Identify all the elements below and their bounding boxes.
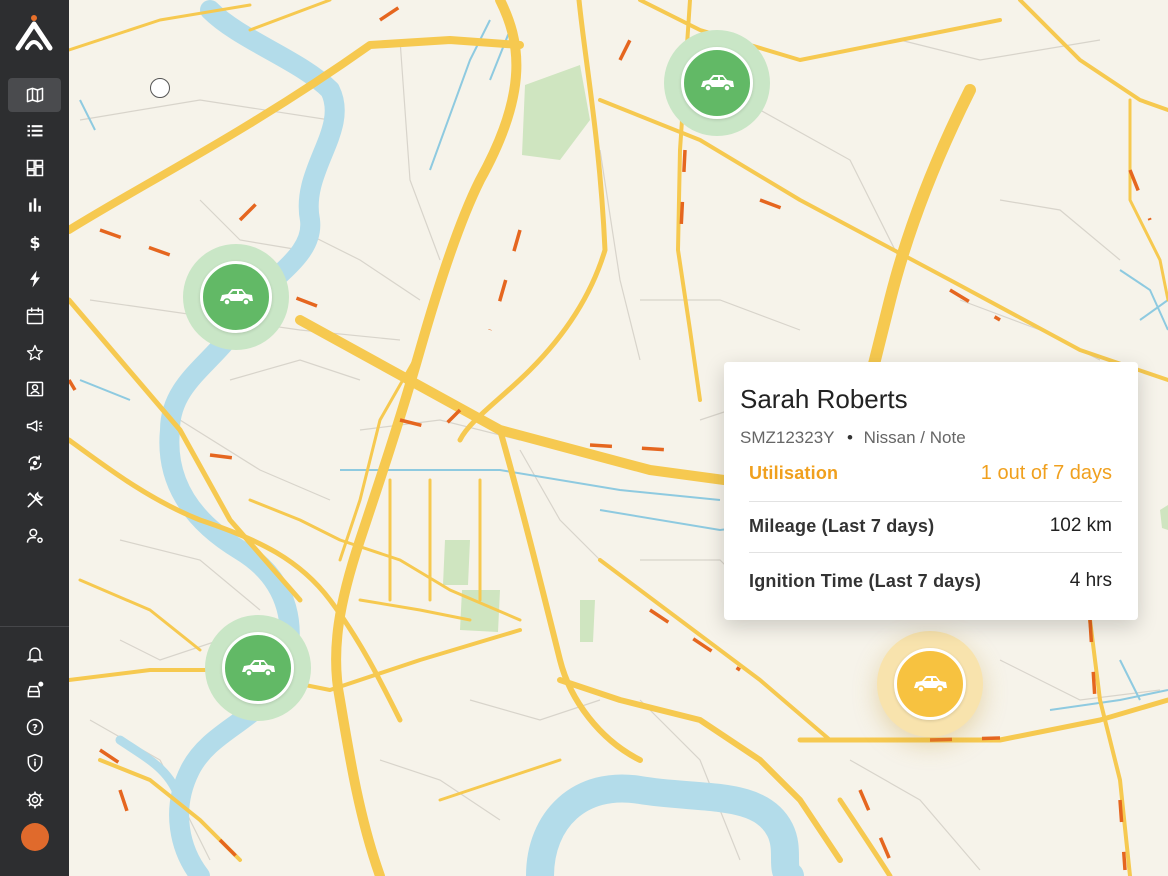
vehicle-marker-selected[interactable]: [877, 631, 983, 737]
ignition-value: 4 hrs: [1069, 570, 1112, 591]
nav-calendar[interactable]: [8, 299, 61, 333]
nav-security[interactable]: [8, 746, 61, 780]
nav-billing[interactable]: $: [8, 225, 61, 259]
sidebar-divider: [0, 626, 69, 627]
lightning-icon: [29, 270, 40, 288]
star-icon: [26, 344, 43, 361]
mileage-label: Mileage (Last 7 days): [749, 515, 935, 536]
nav-list[interactable]: [8, 114, 61, 148]
car-icon: [914, 676, 947, 693]
shield-info-icon: [27, 753, 42, 773]
contact-icon: [26, 381, 43, 397]
utilisation-value: 1 out of 7 days: [980, 462, 1112, 484]
sync-location-icon: [27, 455, 42, 471]
calendar-icon: [26, 307, 43, 325]
svg-text:?: ?: [32, 723, 38, 734]
avatar[interactable]: [21, 823, 49, 851]
nav-settings[interactable]: [8, 783, 61, 817]
nav-energy[interactable]: [8, 262, 61, 296]
vehicle-marker-west[interactable]: [183, 244, 289, 350]
ignition-row: Ignition Time (Last 7 days) 4 hrs: [749, 570, 1112, 592]
nav-dashboard[interactable]: [8, 151, 61, 185]
nav-vehicle-alerts[interactable]: [8, 673, 61, 707]
dashboard-icon: [26, 159, 43, 177]
list-icon: [27, 125, 42, 137]
nav-favorites[interactable]: [8, 336, 61, 370]
map-point-marker[interactable]: [150, 78, 170, 98]
vehicle-marker-north[interactable]: [664, 30, 770, 136]
mileage-value: 102 km: [1049, 515, 1112, 536]
tools-icon: [27, 491, 44, 508]
nav-announcements[interactable]: [8, 409, 61, 443]
bell-icon: [26, 647, 43, 663]
nav-tracking[interactable]: [8, 446, 61, 480]
popup-divider: [749, 552, 1122, 553]
utilisation-label: Utilisation: [749, 463, 839, 483]
subtitle-separator: •: [846, 428, 853, 447]
nav-notifications[interactable]: [8, 637, 61, 671]
vehicle-model: Nissan / Note: [863, 428, 966, 447]
vehicle-info-popup: Sarah Roberts SMZ12323Y • Nissan / Note …: [724, 362, 1138, 620]
car-icon: [701, 75, 734, 92]
nav-maintenance[interactable]: [8, 483, 61, 517]
nav-user-settings[interactable]: [8, 519, 61, 553]
vehicle-plate: SMZ12323Y: [740, 428, 835, 447]
nav-reports[interactable]: [8, 188, 61, 222]
gear-icon: [26, 791, 43, 809]
bar-chart-icon: [28, 198, 41, 212]
car-icon: [242, 660, 275, 677]
vehicle-marker-southwest[interactable]: [205, 615, 311, 721]
user-settings-icon: [26, 528, 43, 543]
sidebar: $ ?: [0, 0, 69, 876]
megaphone-icon: [26, 420, 42, 432]
svg-text:$: $: [29, 233, 40, 252]
help-icon: ?: [26, 718, 43, 736]
driver-name: Sarah Roberts: [740, 384, 908, 414]
car-icon: [220, 289, 253, 306]
mileage-row: Mileage (Last 7 days) 102 km: [749, 515, 1112, 537]
utilisation-row: Utilisation 1 out of 7 days: [749, 462, 1112, 485]
nav-map[interactable]: [8, 78, 61, 112]
dollar-icon: $: [29, 233, 40, 252]
popup-divider: [749, 501, 1122, 502]
vehicle-alert-icon: [27, 681, 43, 698]
ignition-label: Ignition Time (Last 7 days): [749, 570, 982, 591]
app-logo[interactable]: [14, 14, 54, 54]
map-icon: [26, 87, 43, 103]
nav-contacts[interactable]: [8, 372, 61, 406]
vehicle-subtitle: SMZ12323Y • Nissan / Note: [740, 428, 966, 448]
nav-help[interactable]: ?: [8, 710, 61, 744]
